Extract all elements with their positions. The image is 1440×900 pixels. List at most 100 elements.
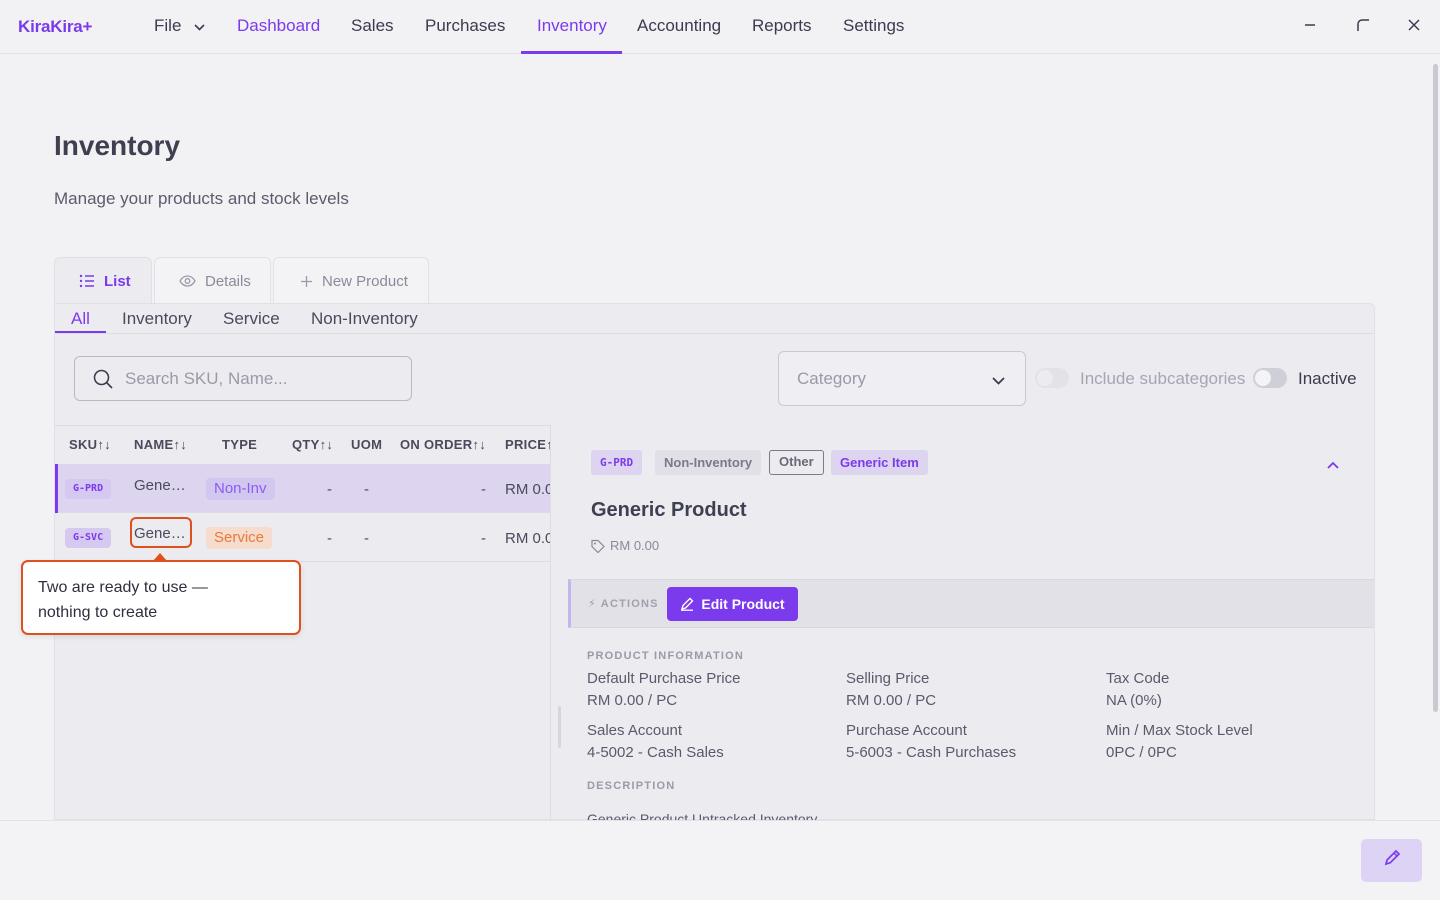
active-nav-indicator [521, 51, 622, 54]
pencil-icon [1383, 849, 1401, 872]
plus-icon [300, 275, 313, 288]
detail-other-tag: Other [769, 450, 824, 475]
filter-tab-non-inventory[interactable]: Non-Inventory [311, 309, 418, 329]
file-menu[interactable]: File [154, 16, 205, 36]
detail-sku-tag: G-PRD [591, 450, 643, 475]
nav-inventory[interactable]: Inventory [537, 16, 607, 36]
type-badge: Service [206, 527, 273, 549]
detail-category-tag: Generic Item [831, 450, 928, 475]
tab-details[interactable]: Details [154, 257, 271, 304]
page-title: Inventory [54, 130, 181, 161]
description-header: DESCRIPTION [587, 780, 676, 792]
nav-dashboard[interactable]: Dashboard [237, 16, 320, 36]
uom-value: - [364, 530, 369, 547]
tooltip-line-1: Two are ready to use — [38, 579, 208, 596]
qty-value: - [327, 530, 332, 547]
detail-product-title: Generic Product [591, 499, 747, 521]
default-purchase-price-label: Default Purchase Price [587, 670, 741, 687]
close-icon [1407, 18, 1421, 37]
price-value: RM 0.00 [505, 481, 550, 498]
tab-new-product[interactable]: New Product [273, 257, 429, 304]
default-purchase-price-value: RM 0.00 / PC [587, 692, 678, 709]
column-header-type: TYPE [222, 437, 258, 452]
nav-accounting[interactable]: Accounting [637, 16, 721, 36]
product-detail-pane: G-PRD Non-Inventory Other Generic Item G… [551, 425, 1374, 827]
on-order-value: - [481, 481, 486, 498]
tab-list[interactable]: List [54, 257, 152, 304]
app-brand: KiraKira+ [18, 17, 93, 36]
restore-icon [1356, 18, 1370, 37]
filter-tab-inventory[interactable]: Inventory [122, 309, 192, 329]
minimize-button[interactable] [1297, 14, 1323, 40]
edit-product-button[interactable]: Edit Product [667, 587, 798, 621]
table-row[interactable]: G-PRD Gene… Non-Inv - - - RM 0.00 [55, 464, 550, 513]
detail-price-text: RM 0.00 [610, 538, 660, 553]
toggle-knob [1037, 370, 1053, 386]
filter-tabs: All Inventory Service Non-Inventory [55, 304, 1374, 334]
column-header-name[interactable]: NAME↑↓ [134, 437, 187, 452]
category-placeholder: Category [797, 368, 866, 388]
detail-type-tag: Non-Inventory [655, 450, 762, 475]
column-header-sku[interactable]: SKU↑↓ [69, 437, 111, 452]
pencil-icon [680, 597, 694, 611]
product-name: Gene… [134, 525, 186, 542]
product-name: Gene… [134, 477, 186, 494]
bottom-bar [0, 820, 1440, 900]
min-max-stock-label: Min / Max Stock Level [1106, 722, 1253, 739]
eye-icon [179, 275, 196, 287]
minimize-icon [1303, 18, 1317, 37]
column-header-price[interactable]: PRICE↑↓ [505, 437, 550, 452]
inactive-toggle[interactable] [1253, 368, 1287, 388]
floating-edit-button[interactable] [1361, 839, 1422, 882]
nav-sales[interactable]: Sales [351, 16, 394, 36]
chevron-up-icon[interactable] [1327, 456, 1339, 474]
close-button[interactable] [1401, 14, 1427, 40]
active-filter-indicator [55, 331, 106, 333]
actions-label-text: ACTIONS [600, 598, 659, 610]
uom-value: - [364, 481, 369, 498]
lightning-icon: ⚡ [588, 598, 597, 610]
list-icon [79, 274, 95, 288]
selling-price-label: Selling Price [846, 670, 930, 687]
column-header-on-order[interactable]: ON ORDER↑↓ [400, 437, 486, 452]
nav-purchases[interactable]: Purchases [425, 16, 505, 36]
sales-account-value: 4-5002 - Cash Sales [587, 744, 724, 761]
tax-code-label: Tax Code [1106, 670, 1170, 687]
detail-product-price: RM 0.00 [591, 538, 659, 553]
page-scrollbar[interactable] [1430, 56, 1440, 820]
scrollbar-thumb[interactable] [1433, 64, 1438, 712]
search-icon [93, 369, 113, 389]
search-input[interactable]: Search SKU, Name... [74, 356, 412, 401]
price-tag-icon [591, 539, 605, 553]
include-subcategories-toggle[interactable] [1035, 368, 1069, 388]
pane-resize-handle[interactable] [558, 706, 561, 748]
on-order-value: - [481, 530, 486, 547]
tax-code-value: NA (0%) [1106, 692, 1162, 709]
tooltip-line-2: nothing to create [38, 604, 158, 621]
filter-tab-service[interactable]: Service [223, 309, 280, 329]
category-select[interactable]: Category [778, 351, 1026, 406]
min-max-stock-value: 0PC / 0PC [1106, 744, 1177, 761]
purchase-account-label: Purchase Account [846, 722, 967, 739]
product-info-header: PRODUCT INFORMATION [587, 650, 745, 662]
type-badge: Non-Inv [206, 478, 275, 500]
guide-tooltip: Two are ready to use — nothing to create [21, 560, 301, 635]
nav-settings[interactable]: Settings [843, 16, 904, 36]
table-row[interactable]: G-SVC Gene… Service - - - RM 0.00 [55, 513, 550, 562]
filter-tab-all[interactable]: All [71, 309, 90, 329]
actions-bar: ⚡ ACTIONS Edit Product [568, 579, 1374, 628]
sku-badge: G-SVC [65, 528, 112, 548]
purchase-account-value: 5-6003 - Cash Purchases [846, 744, 1017, 761]
maximize-button[interactable] [1350, 14, 1376, 40]
column-header-qty[interactable]: QTY↑↓ [292, 437, 333, 452]
include-subcategories-label: Include subcategories [1080, 369, 1246, 388]
toggle-knob [1255, 370, 1271, 386]
actions-label: ⚡ ACTIONS [588, 597, 659, 610]
chevron-down-icon [194, 16, 205, 36]
sku-badge: G-PRD [65, 479, 112, 499]
tab-new-product-label: New Product [322, 272, 408, 290]
nav-reports[interactable]: Reports [752, 16, 812, 36]
edit-product-label: Edit Product [701, 596, 785, 612]
chevron-down-icon [992, 370, 1005, 390]
page-subtitle: Manage your products and stock levels [54, 189, 349, 208]
